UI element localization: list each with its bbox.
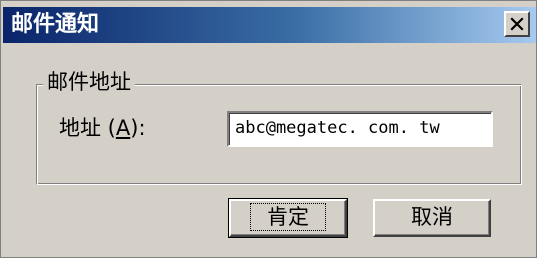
close-icon — [510, 17, 524, 31]
close-button[interactable] — [504, 11, 530, 37]
address-label-text: 地址 ( — [59, 116, 116, 140]
mail-notification-dialog: 邮件通知 邮件地址 地址 (A): abc@megatec. com. tw 肯… — [0, 0, 537, 258]
title-bar[interactable]: 邮件通知 — [3, 7, 536, 43]
ok-button-label: 肯定 — [250, 203, 326, 231]
group-legend: 邮件地址 — [43, 69, 135, 95]
address-label-accelerator: A — [115, 116, 131, 140]
cancel-button[interactable]: 取消 — [373, 199, 491, 237]
address-label: 地址 (A): — [59, 114, 146, 142]
address-input[interactable]: abc@megatec. com. tw — [227, 111, 493, 147]
ok-button[interactable]: 肯定 — [228, 198, 348, 238]
dialog-title: 邮件通知 — [11, 12, 100, 37]
address-label-suffix: ): — [130, 116, 146, 140]
